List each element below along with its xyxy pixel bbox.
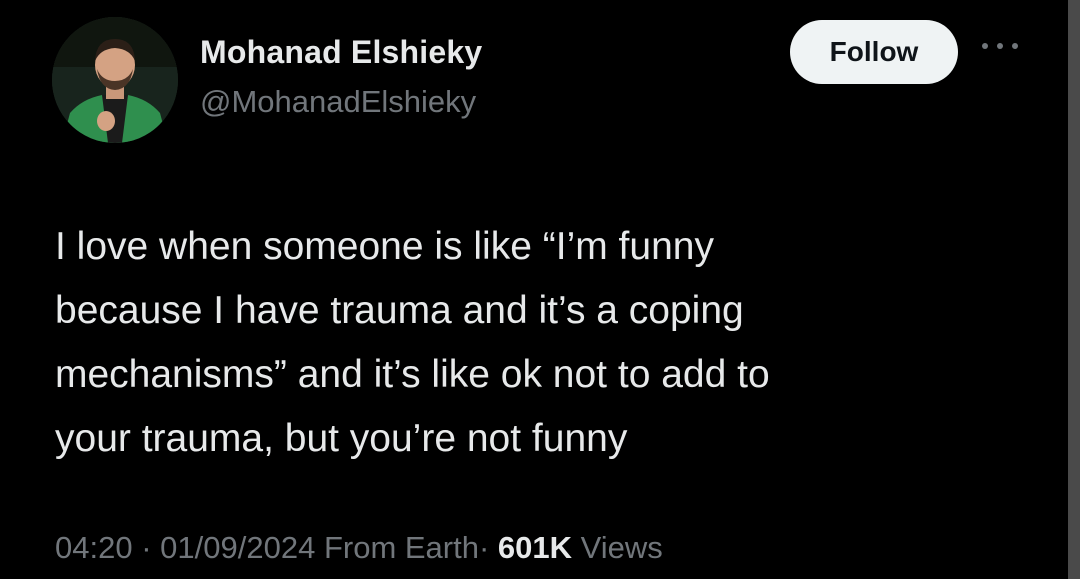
- views-label: Views: [580, 530, 663, 565]
- more-dot: [1012, 43, 1018, 49]
- more-options-icon[interactable]: [982, 38, 1018, 54]
- more-dot: [982, 43, 988, 49]
- tweet-date[interactable]: 01/09/2024: [160, 530, 315, 565]
- author-handle[interactable]: @MohanadElshieky: [200, 84, 476, 120]
- tweet-source: From Earth: [323, 530, 479, 565]
- tweet-time[interactable]: 04:20: [55, 530, 133, 565]
- views-count: 601K: [497, 530, 573, 565]
- meta-separator: ·: [478, 530, 490, 565]
- more-dot: [997, 43, 1003, 49]
- author-display-name[interactable]: Mohanad Elshieky: [200, 34, 482, 71]
- avatar[interactable]: [52, 17, 178, 143]
- window-edge: [1068, 0, 1080, 579]
- avatar-image: [52, 17, 178, 143]
- tweet-meta: 04:20 · 01/09/2024 From Earth· 601K View…: [55, 530, 663, 566]
- tweet-card: Mohanad Elshieky @MohanadElshieky Follow…: [0, 0, 1068, 579]
- tweet-text: I love when someone is like “I’m funny b…: [55, 225, 770, 460]
- meta-separator: ·: [141, 530, 152, 565]
- follow-button[interactable]: Follow: [790, 20, 958, 84]
